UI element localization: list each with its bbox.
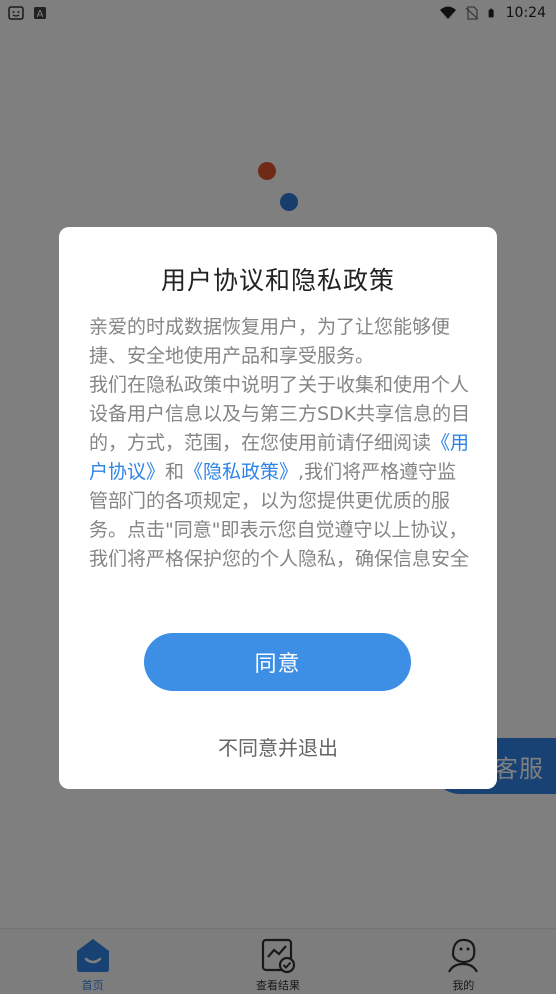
disagree-exit-button[interactable]: 不同意并退出 (59, 732, 497, 761)
agreement-dialog: 用户协议和隐私政策 亲爱的时成数据恢复用户，为了让您能够便捷、安全地使用产品和享… (59, 227, 497, 789)
dialog-and-text: 和 (165, 461, 185, 483)
dialog-title: 用户协议和隐私政策 (160, 266, 395, 295)
privacy-policy-link[interactable]: 《隐私政策》 (184, 461, 298, 483)
agree-button[interactable]: 同意 (144, 633, 411, 691)
dialog-paragraph-1: 亲爱的时成数据恢复用户，为了让您能够便捷、安全地使用产品和享受服务。 (89, 316, 451, 367)
dialog-paragraph-2-pre: 我们在隐私政策中说明了关于收集和使用个人设备用户信息以及与第三方SDK共享信息的… (89, 374, 471, 454)
dialog-body: 亲爱的时成数据恢复用户，为了让您能够便捷、安全地使用产品和享受服务。 我们在隐私… (89, 313, 471, 574)
dialog-paragraph-2: 我们在隐私政策中说明了关于收集和使用个人设备用户信息以及与第三方SDK共享信息的… (89, 371, 471, 574)
